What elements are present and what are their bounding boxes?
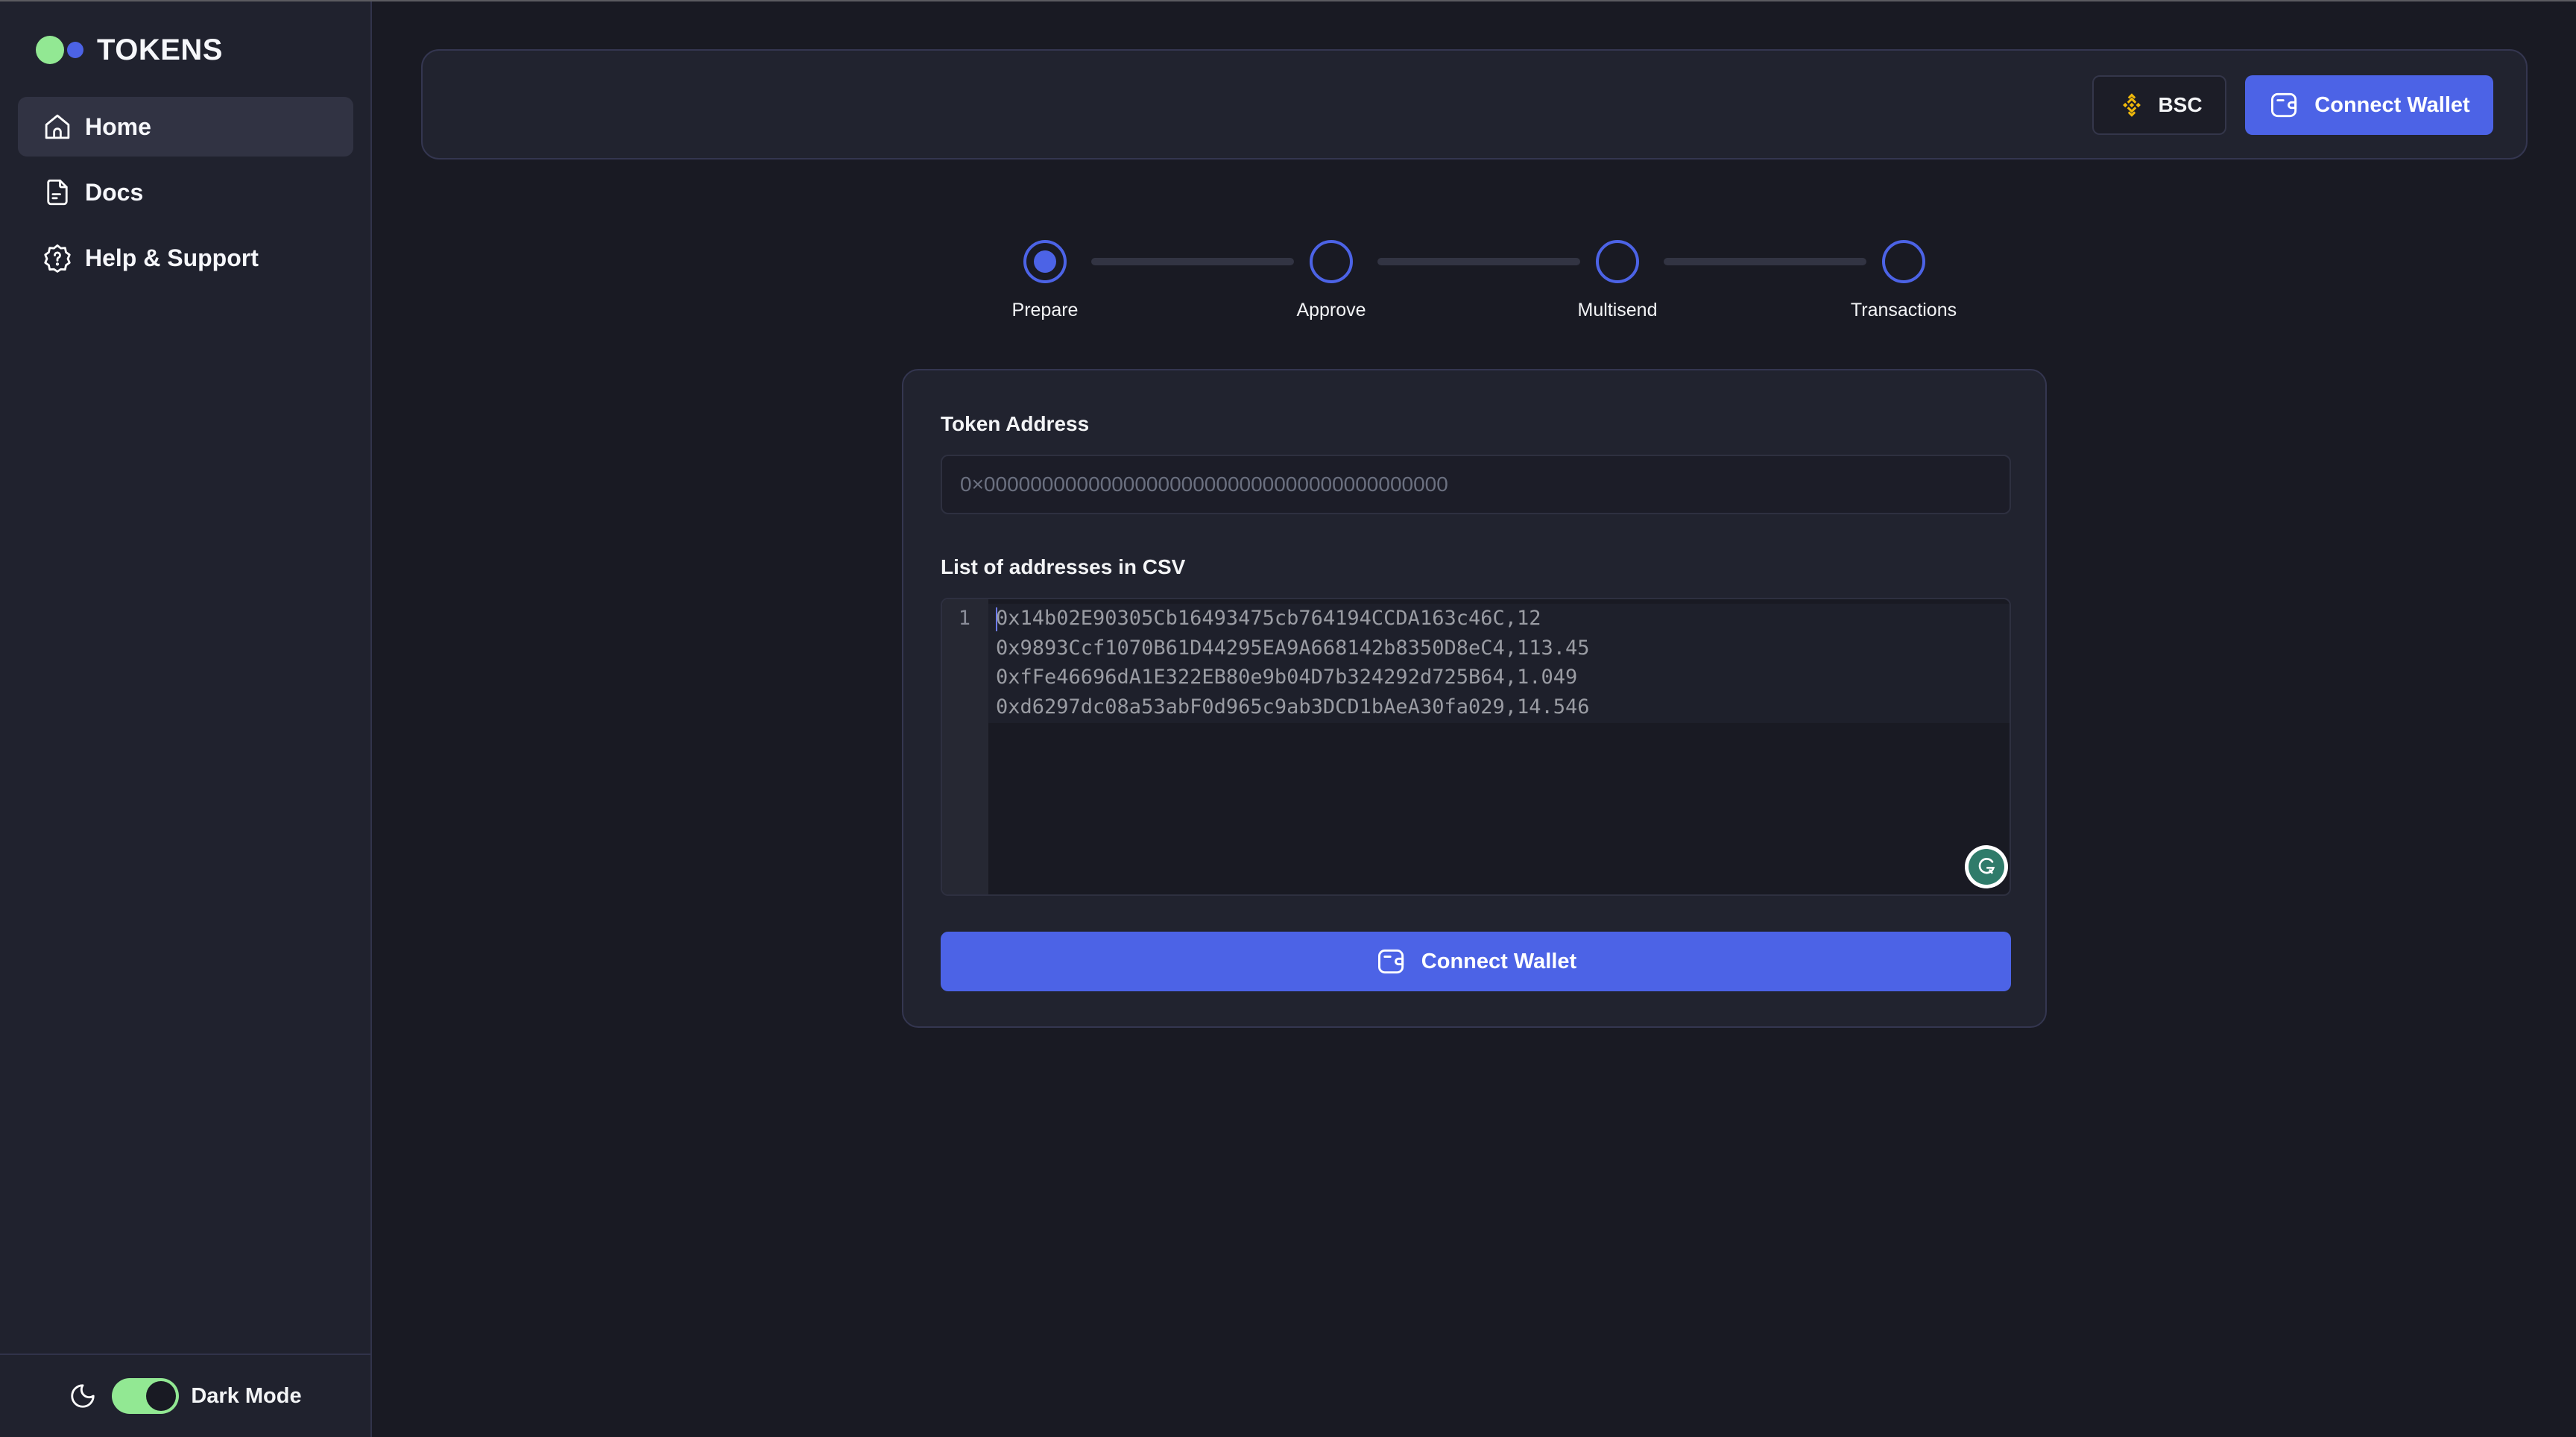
csv-line: 0x14b02E90305Cb16493475cb764194CCDA163c4… xyxy=(988,604,2010,634)
submit-connect-wallet-button[interactable]: Connect Wallet xyxy=(941,932,2011,991)
step-indicator-icon xyxy=(1310,240,1353,283)
csv-code-area[interactable]: 0x14b02E90305Cb16493475cb764194CCDA163c4… xyxy=(988,604,2010,723)
step-label: Multisend xyxy=(1577,300,1658,320)
step-indicator-icon xyxy=(1596,240,1639,283)
step-indicator-active-icon xyxy=(1023,240,1067,283)
csv-line-text: 0x14b02E90305Cb16493475cb764194CCDA163c4… xyxy=(996,607,1541,630)
csv-line: 0xd6297dc08a53abF0d965c9ab3DCD1bAeA30fa0… xyxy=(996,695,1590,718)
moon-icon xyxy=(71,1384,95,1408)
step-label: Transactions xyxy=(1850,300,1957,320)
sidebar-item-help-support[interactable]: Help & Support xyxy=(18,228,353,288)
binance-icon xyxy=(2123,93,2141,117)
dark-mode-row: Dark Mode xyxy=(0,1354,370,1437)
sidebar-nav: Home Docs Help & Support xyxy=(18,97,353,294)
line-number-gutter: 1 xyxy=(942,599,988,894)
step-transactions: Transactions xyxy=(1829,240,1978,321)
connect-wallet-label: Connect Wallet xyxy=(2314,92,2470,117)
app-logo[interactable]: TOKENS xyxy=(36,33,223,67)
step-label: Approve xyxy=(1296,300,1366,320)
window-top-border xyxy=(0,0,2576,1)
home-icon xyxy=(45,114,70,139)
chain-label: BSC xyxy=(2158,93,2203,116)
logo-green-dot-icon xyxy=(36,36,64,64)
sidebar-item-label: Docs xyxy=(85,178,144,206)
toggle-knob xyxy=(146,1381,177,1411)
csv-list-label: List of addresses in CSV xyxy=(941,555,1186,578)
step-approve: Approve xyxy=(1257,240,1406,321)
sidebar-item-home[interactable]: Home xyxy=(18,97,353,157)
wallet-icon xyxy=(1377,949,1404,974)
grammarly-badge xyxy=(1969,849,2004,885)
grammarly-button[interactable] xyxy=(1965,845,2008,888)
step-label: Prepare xyxy=(1011,300,1079,320)
submit-connect-wallet-label: Connect Wallet xyxy=(1421,949,1577,973)
wallet-icon xyxy=(2271,92,2297,118)
connect-wallet-button[interactable]: Connect Wallet xyxy=(2245,75,2493,135)
document-icon xyxy=(47,179,68,206)
help-badge-icon xyxy=(44,244,71,273)
token-address-label: Token Address xyxy=(941,412,1090,435)
step-prepare: Prepare xyxy=(970,240,1120,321)
dark-mode-toggle[interactable] xyxy=(112,1378,180,1414)
logo-blue-dot-icon xyxy=(67,42,83,58)
csv-editor[interactable]: 1 0x14b02E90305Cb16493475cb764194CCDA163… xyxy=(941,598,2011,896)
progress-stepper: Prepare Approve Multisend Transactions xyxy=(969,240,1983,322)
sidebar-item-label: Help & Support xyxy=(85,244,259,271)
dark-mode-label: Dark Mode xyxy=(191,1383,302,1408)
step-multisend: Multisend xyxy=(1543,240,1692,321)
line-number: 1 xyxy=(958,607,970,630)
top-header-bar: BSC Connect Wallet xyxy=(421,49,2528,160)
sidebar-item-label: Home xyxy=(85,113,151,140)
step-indicator-icon xyxy=(1882,240,1925,283)
csv-line: 0x9893Ccf1070B61D44295EA9A668142b8350D8e… xyxy=(996,636,1590,660)
grammarly-icon xyxy=(1978,858,1995,874)
multisend-form-card: Token Address List of addresses in CSV 1… xyxy=(902,369,2047,1028)
token-address-input[interactable] xyxy=(941,455,2011,514)
sidebar-item-docs[interactable]: Docs xyxy=(18,162,353,222)
chain-select-button[interactable]: BSC xyxy=(2092,75,2226,135)
sidebar: TOKENS Home Docs Help & Support Dark Mod… xyxy=(0,1,372,1437)
app-title: TOKENS xyxy=(97,33,223,66)
csv-line: 0xfFe46696dA1E322EB80e9b04D7b324292d725B… xyxy=(996,666,1578,689)
